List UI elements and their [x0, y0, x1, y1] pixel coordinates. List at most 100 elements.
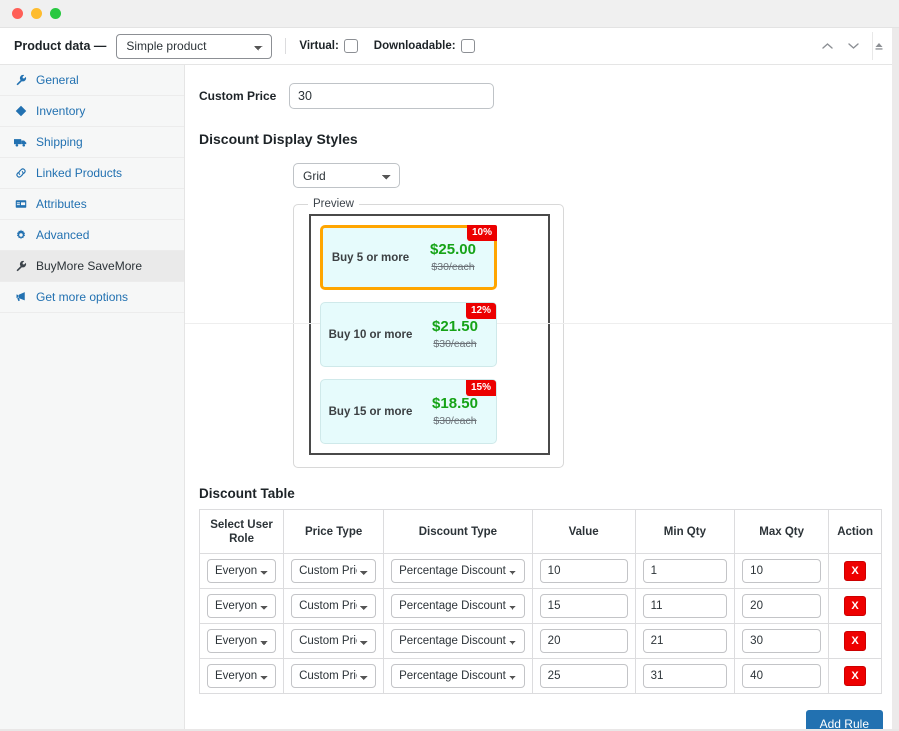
sidebar-item-general[interactable]: General — [0, 65, 184, 96]
price-type-select[interactable]: Custom Price — [291, 559, 376, 583]
add-rule-button[interactable]: Add Rule — [806, 710, 883, 731]
user-role-select[interactable]: Everyone — [207, 559, 276, 583]
tier-original-price: $30/each — [418, 337, 492, 351]
cell-discount-type: Percentage Discount — [384, 589, 533, 624]
maximize-window-button[interactable] — [50, 8, 61, 19]
table-row: Everyone Custom Price Percentage Discoun… — [200, 659, 882, 694]
max-qty-input[interactable] — [742, 664, 821, 688]
sidebar-item-inventory[interactable]: Inventory — [0, 96, 184, 127]
downloadable-checkbox[interactable] — [461, 39, 475, 53]
downloadable-checkbox-group: Downloadable: — [374, 39, 475, 53]
max-qty-input[interactable] — [742, 629, 821, 653]
minimize-window-button[interactable] — [31, 8, 42, 19]
min-qty-input[interactable] — [643, 594, 728, 618]
tier-discount-badge: 15% — [466, 380, 496, 396]
cell-price-type: Custom Price — [284, 554, 384, 589]
custom-price-row: Custom Price — [199, 83, 899, 109]
discount-type-select[interactable]: Percentage Discount — [391, 559, 525, 583]
preview-legend: Preview — [308, 198, 359, 210]
chevron-up-icon[interactable] — [817, 36, 837, 56]
discount-table-head: Select User Role Price Type Discount Typ… — [200, 510, 882, 554]
user-role-select[interactable]: Everyone — [207, 594, 276, 618]
window-titlebar — [0, 0, 899, 28]
value-input[interactable] — [540, 664, 628, 688]
delete-row-button[interactable]: X — [844, 561, 866, 581]
tier-discount-badge: 12% — [466, 303, 496, 319]
tier-card[interactable]: 12% Buy 10 or more $21.50 $30/each — [320, 302, 497, 367]
product-type-select[interactable]: Simple product — [116, 34, 272, 59]
product-data-header: Product data — Simple product Virtual: D… — [0, 28, 899, 65]
sidebar-item-get-more-options[interactable]: Get more options — [0, 282, 184, 313]
chevron-down-icon[interactable] — [843, 36, 863, 56]
tier-quantity-label: Buy 5 or more — [323, 252, 416, 264]
tier-pricing: $25.00 $30/each — [416, 241, 494, 274]
value-input[interactable] — [540, 629, 628, 653]
display-style-select[interactable]: Grid — [293, 163, 400, 188]
downloadable-label: Downloadable: — [374, 40, 456, 52]
tier-original-price: $30/each — [416, 260, 490, 274]
discount-table: Select User Role Price Type Discount Typ… — [199, 509, 882, 694]
sidebar-item-buymore-savemore[interactable]: BuyMore SaveMore — [0, 251, 184, 282]
table-row: Everyone Custom Price Percentage Discoun… — [200, 589, 882, 624]
buymore-savemore-panel: Custom Price Discount Display Styles Gri… — [185, 65, 899, 731]
user-role-select[interactable]: Everyone — [207, 664, 276, 688]
tier-original-price: $30/each — [418, 414, 492, 428]
value-input[interactable] — [540, 594, 628, 618]
value-input[interactable] — [540, 559, 628, 583]
virtual-checkbox[interactable] — [344, 39, 358, 53]
cell-min-qty — [635, 659, 735, 694]
min-qty-input[interactable] — [643, 664, 728, 688]
discount-table-title: Discount Table — [199, 486, 899, 501]
tier-pricing: $18.50 $30/each — [418, 395, 496, 428]
cell-discount-type: Percentage Discount — [384, 554, 533, 589]
product-data-sidebar: General Inventory Shipping Linked Produc… — [0, 65, 185, 731]
panel-header-actions — [817, 28, 889, 64]
sidebar-item-label: BuyMore SaveMore — [36, 259, 142, 273]
cell-max-qty — [735, 554, 829, 589]
max-qty-input[interactable] — [742, 594, 821, 618]
price-type-select[interactable]: Custom Price — [291, 594, 376, 618]
delete-row-button[interactable]: X — [844, 596, 866, 616]
discount-type-select[interactable]: Percentage Discount — [391, 594, 525, 618]
cell-action: X — [829, 554, 882, 589]
tier-card[interactable]: 10% Buy 5 or more $25.00 $30/each — [320, 225, 497, 290]
discount-type-select[interactable]: Percentage Discount — [391, 629, 525, 653]
sidebar-item-shipping[interactable]: Shipping — [0, 127, 184, 158]
virtual-checkbox-group: Virtual: — [299, 39, 357, 53]
tier-quantity-label: Buy 15 or more — [321, 406, 418, 418]
sidebar-item-attributes[interactable]: Attributes — [0, 189, 184, 220]
truck-icon — [14, 136, 27, 149]
window-right-edge — [892, 28, 899, 731]
cell-value — [532, 589, 635, 624]
custom-price-input[interactable] — [289, 83, 494, 109]
cell-price-type: Custom Price — [284, 589, 384, 624]
price-type-select[interactable]: Custom Price — [291, 629, 376, 653]
panel-body: General Inventory Shipping Linked Produc… — [0, 65, 899, 731]
tier-card[interactable]: 15% Buy 15 or more $18.50 $30/each — [320, 379, 497, 444]
megaphone-icon — [14, 291, 27, 304]
price-type-select[interactable]: Custom Price — [291, 664, 376, 688]
user-role-select[interactable]: Everyone — [207, 629, 276, 653]
delete-row-button[interactable]: X — [844, 631, 866, 651]
header-divider — [285, 38, 286, 54]
sidebar-item-label: Shipping — [36, 135, 83, 149]
max-qty-input[interactable] — [742, 559, 821, 583]
discount-type-select[interactable]: Percentage Discount — [391, 664, 525, 688]
delete-row-button[interactable]: X — [844, 666, 866, 686]
min-qty-input[interactable] — [643, 559, 728, 583]
tier-price: $25.00 — [416, 241, 490, 259]
th-value: Value — [532, 510, 635, 554]
min-qty-input[interactable] — [643, 629, 728, 653]
close-window-button[interactable] — [12, 8, 23, 19]
collapse-icon[interactable] — [869, 36, 889, 56]
cell-role: Everyone — [200, 624, 284, 659]
cell-max-qty — [735, 659, 829, 694]
cell-action: X — [829, 589, 882, 624]
th-action: Action — [829, 510, 882, 554]
sidebar-item-linked-products[interactable]: Linked Products — [0, 158, 184, 189]
cell-value — [532, 554, 635, 589]
sidebar-item-advanced[interactable]: Advanced — [0, 220, 184, 251]
custom-price-label: Custom Price — [199, 89, 289, 103]
th-select-user-role: Select User Role — [200, 510, 284, 554]
th-max-qty: Max Qty — [735, 510, 829, 554]
